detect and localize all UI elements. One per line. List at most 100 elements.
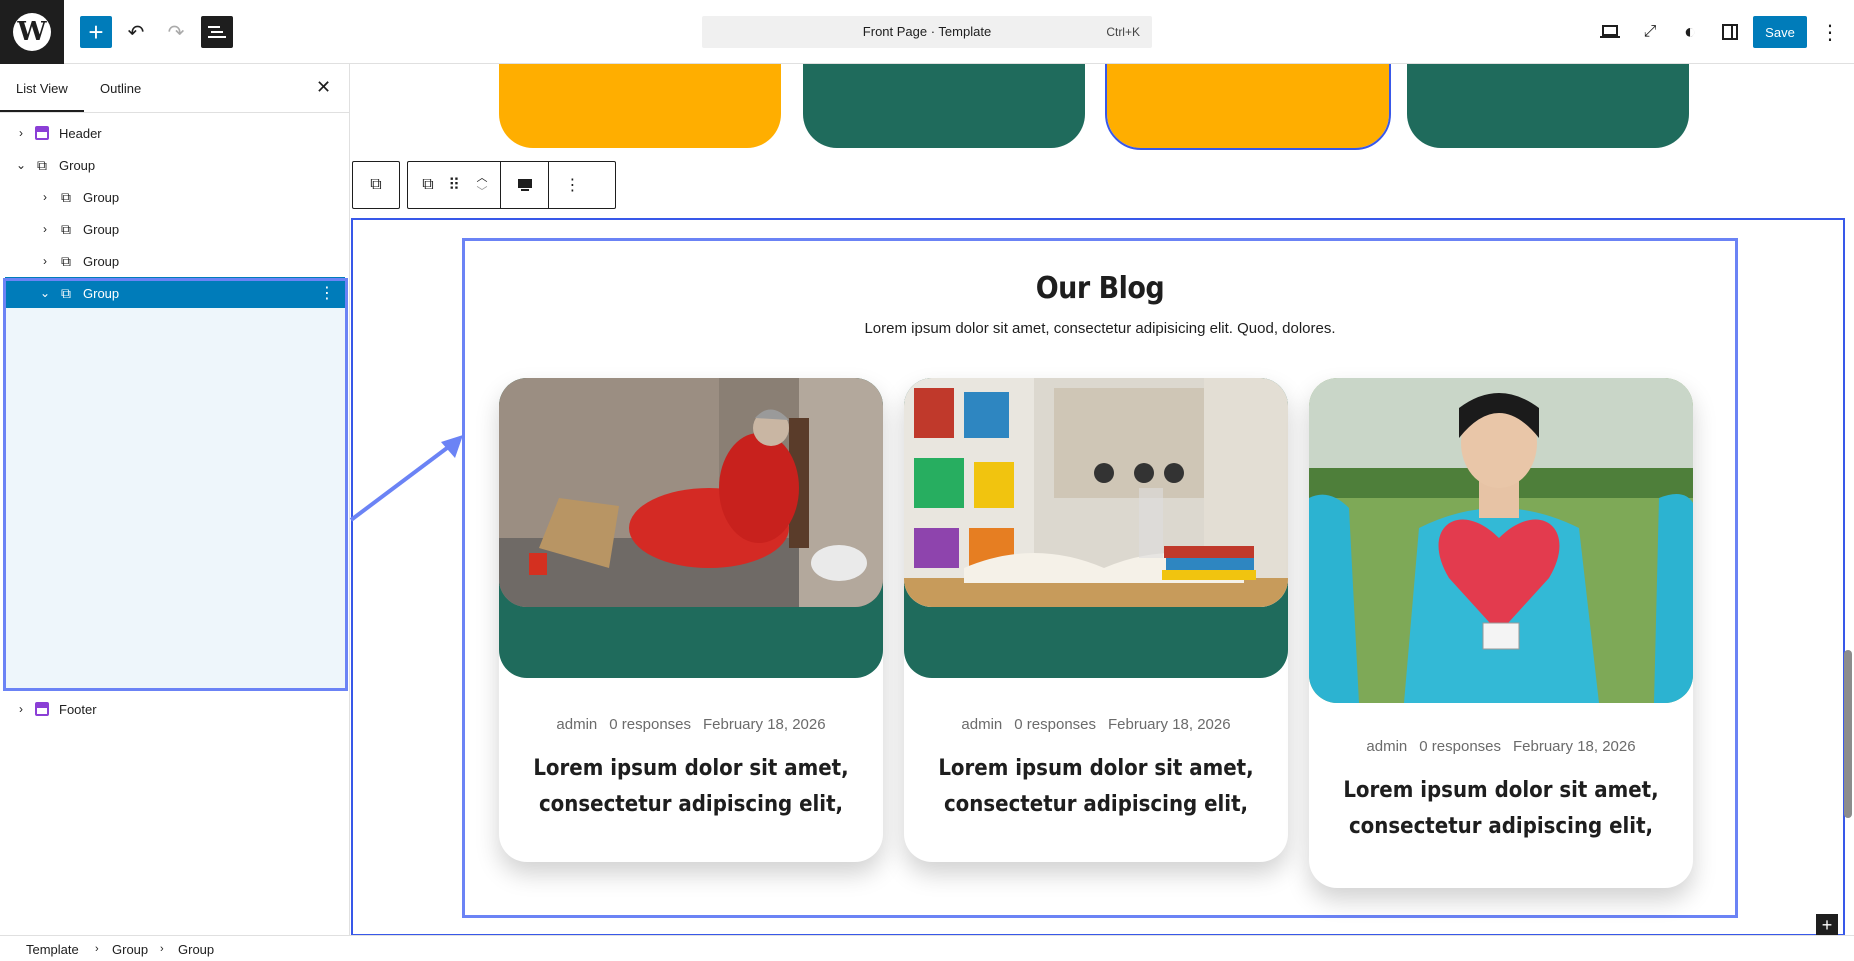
tab-list-view[interactable]: List View bbox=[0, 81, 84, 112]
group-icon: ⧉ bbox=[61, 252, 71, 269]
styles-button[interactable]: ◐ bbox=[1674, 16, 1706, 48]
post-author[interactable]: admin bbox=[1366, 738, 1407, 755]
post-responses[interactable]: 0 responses bbox=[1014, 716, 1096, 733]
list-view-item[interactable]: › Header bbox=[5, 117, 345, 149]
expand-icon: ⤢ bbox=[1643, 23, 1657, 40]
canvas-scrollbar[interactable] bbox=[1843, 68, 1853, 931]
top-card-4[interactable] bbox=[1407, 64, 1689, 148]
blog-heading[interactable]: Our Blog bbox=[462, 271, 1738, 306]
post-title[interactable]: Lorem ipsum dolor sit amet, consectetur … bbox=[924, 751, 1268, 823]
list-view-item-label: Group bbox=[83, 221, 120, 237]
list-view-item[interactable]: ⌄ ⧉ Group bbox=[5, 149, 345, 181]
post-title-line-1: Lorem ipsum dolor sit amet, bbox=[533, 756, 849, 781]
settings-sidebar-button[interactable] bbox=[1714, 16, 1746, 48]
sidebar-tabs: List View Outline ✕ bbox=[0, 64, 349, 113]
command-shortcut: Ctrl+K bbox=[1106, 25, 1140, 39]
post-featured-image[interactable] bbox=[904, 378, 1288, 607]
add-block-inline-button[interactable]: + bbox=[1816, 914, 1838, 936]
post-responses[interactable]: 0 responses bbox=[609, 716, 691, 733]
block-options-button[interactable]: ⋮ bbox=[548, 162, 596, 208]
list-view-icon bbox=[208, 26, 226, 38]
post-author[interactable]: admin bbox=[961, 716, 1002, 733]
align-button[interactable] bbox=[500, 162, 548, 208]
editor-top-bar: W + ↶ ↷ Front Page · Template Ctrl+K ⤢ ◐… bbox=[0, 0, 1854, 64]
list-view-item-label: Header bbox=[59, 125, 102, 141]
top-card-3[interactable] bbox=[1105, 64, 1391, 150]
laptop-icon bbox=[1600, 25, 1620, 38]
undo-button[interactable]: ↶ bbox=[120, 16, 152, 48]
chevron-right-icon[interactable]: › bbox=[39, 222, 51, 236]
sidebar-icon bbox=[1722, 24, 1738, 40]
post-title-line-2: consectetur adipiscing elit, bbox=[538, 792, 844, 817]
align-wide-icon bbox=[517, 179, 532, 191]
post-date[interactable]: February 18, 2026 bbox=[1513, 738, 1636, 755]
close-icon[interactable]: ✕ bbox=[316, 77, 331, 98]
post-meta: admin 0 responses February 18, 2026 bbox=[499, 716, 883, 733]
post-featured-image[interactable] bbox=[499, 378, 883, 607]
list-view-item-label: Group bbox=[83, 189, 120, 205]
chevron-down-icon: ﹀ bbox=[476, 186, 488, 198]
tab-outline[interactable]: Outline bbox=[100, 81, 141, 96]
zoom-out-button[interactable]: ⤢ bbox=[1634, 16, 1666, 48]
list-view-item[interactable]: › ⧉ Group bbox=[5, 181, 345, 213]
template-part-icon bbox=[33, 700, 51, 718]
add-block-button[interactable]: + bbox=[80, 16, 112, 48]
breadcrumb-item-template[interactable]: Template bbox=[26, 942, 79, 957]
post-title[interactable]: Lorem ipsum dolor sit amet, consectetur … bbox=[1329, 773, 1673, 845]
post-title[interactable]: Lorem ipsum dolor sit amet, consectetur … bbox=[519, 751, 863, 823]
post-title-line-2: consectetur adipiscing elit, bbox=[1348, 814, 1654, 839]
chevron-right-icon: › bbox=[95, 943, 99, 955]
post-title-line-1: Lorem ipsum dolor sit amet, bbox=[938, 756, 1254, 781]
chevron-right-icon[interactable]: › bbox=[39, 190, 51, 204]
contrast-icon: ◐ bbox=[1683, 20, 1697, 43]
parent-select-toolbar: ⧉ bbox=[352, 161, 400, 209]
post-card[interactable]: admin 0 responses February 18, 2026 Lorem … bbox=[499, 378, 883, 862]
post-featured-image[interactable] bbox=[1309, 378, 1693, 703]
chevron-right-icon[interactable]: › bbox=[39, 254, 51, 268]
scrollbar-thumb[interactable] bbox=[1844, 650, 1852, 818]
top-card-2[interactable] bbox=[803, 64, 1085, 148]
library-books-photo bbox=[904, 378, 1288, 607]
breadcrumb: Template › Group › Group bbox=[0, 935, 1854, 961]
post-card[interactable]: admin 0 responses February 18, 2026 Lorem … bbox=[904, 378, 1288, 862]
document-overview-button[interactable] bbox=[201, 16, 233, 48]
selected-group-outline bbox=[3, 278, 348, 691]
list-view-item[interactable]: › Footer bbox=[5, 693, 345, 725]
group-icon: ⧉ bbox=[61, 220, 71, 237]
more-vertical-icon: ⋮ bbox=[1820, 21, 1840, 44]
top-card-1[interactable] bbox=[499, 64, 781, 148]
post-date[interactable]: February 18, 2026 bbox=[1108, 716, 1231, 733]
chevron-right-icon[interactable]: › bbox=[15, 702, 27, 716]
redo-button[interactable]: ↷ bbox=[160, 16, 192, 48]
command-palette[interactable]: Front Page · Template Ctrl+K bbox=[702, 16, 1152, 48]
device-preview-button[interactable] bbox=[1594, 16, 1626, 48]
drag-handle[interactable]: ⠿ bbox=[442, 162, 466, 208]
chevron-down-icon[interactable]: ⌄ bbox=[15, 158, 27, 172]
post-meta: admin 0 responses February 18, 2026 bbox=[1309, 738, 1693, 755]
group-icon: ⧉ bbox=[37, 156, 47, 173]
blog-subtitle[interactable]: Lorem ipsum dolor sit amet, consectetur … bbox=[462, 320, 1738, 337]
chevron-right-icon[interactable]: › bbox=[15, 126, 27, 140]
template-part-icon bbox=[33, 124, 51, 142]
breadcrumb-item-group[interactable]: Group bbox=[112, 942, 148, 957]
breadcrumb-item-group-current[interactable]: Group bbox=[178, 942, 214, 957]
wordpress-logo-icon: W bbox=[13, 13, 51, 51]
command-title: Front Page · Template bbox=[862, 24, 992, 39]
list-view-item[interactable]: › ⧉ Group bbox=[5, 213, 345, 245]
post-responses[interactable]: 0 responses bbox=[1419, 738, 1501, 755]
options-menu-button[interactable]: ⋮ bbox=[1814, 16, 1846, 48]
list-view-item-label: Footer bbox=[59, 701, 97, 717]
drag-handle-icon: ⠿ bbox=[448, 177, 460, 194]
list-view-item-label: Group bbox=[59, 157, 96, 173]
post-date[interactable]: February 18, 2026 bbox=[703, 716, 826, 733]
save-button[interactable]: Save bbox=[1753, 16, 1807, 48]
list-view-item[interactable]: › ⧉ Group bbox=[5, 245, 345, 277]
post-author[interactable]: admin bbox=[556, 716, 597, 733]
select-parent-button[interactable]: ⧉ bbox=[353, 162, 399, 208]
post-card[interactable]: admin 0 responses February 18, 2026 Lorem … bbox=[1309, 378, 1693, 888]
editor-canvas[interactable]: ⧉ ⧉ ⠿ ︿ ﹀ ⋮ Our Blog Lorem ipsum dolor si… bbox=[351, 64, 1854, 935]
move-buttons[interactable]: ︿ ﹀ bbox=[466, 162, 498, 208]
wordpress-logo-button[interactable]: W bbox=[0, 0, 64, 64]
group-icon: ⧉ bbox=[61, 188, 71, 205]
list-view-item-label: Group bbox=[83, 253, 120, 269]
